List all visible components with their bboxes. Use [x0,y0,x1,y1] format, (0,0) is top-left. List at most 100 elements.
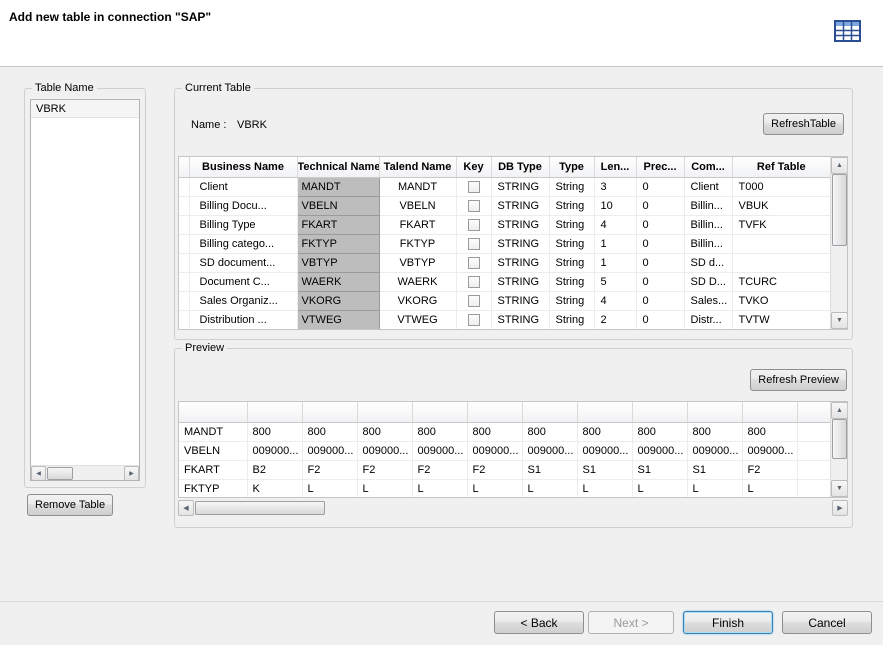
precision-cell[interactable]: 0 [636,291,684,310]
length-cell[interactable]: 3 [594,177,636,196]
table-list-hscrollbar[interactable]: ◀ ▶ [31,465,139,480]
precision-cell[interactable]: 0 [636,177,684,196]
preview-column-header[interactable] [247,402,302,422]
schema-row[interactable]: Billing catego...FKTYPFKTYPSTRINGString1… [179,234,831,253]
remove-table-button[interactable]: Remove Table [27,494,113,516]
preview-column-header[interactable] [577,402,632,422]
key-checkbox[interactable] [468,276,480,288]
preview-column-header[interactable] [467,402,522,422]
key-checkbox[interactable] [468,200,480,212]
type-cell[interactable]: String [549,177,594,196]
row-selector[interactable] [179,253,189,272]
db-type-cell[interactable]: STRING [491,234,549,253]
key-cell[interactable] [456,215,491,234]
talend-name-cell[interactable]: FKTYP [379,234,456,253]
length-cell[interactable]: 2 [594,310,636,329]
comment-cell[interactable]: Billin... [684,215,732,234]
talend-name-cell[interactable]: MANDT [379,177,456,196]
length-cell[interactable]: 4 [594,215,636,234]
key-cell[interactable] [456,310,491,329]
cancel-button[interactable]: Cancel [782,611,872,634]
key-checkbox[interactable] [468,219,480,231]
technical-name-cell[interactable]: VKORG [297,291,379,310]
precision-cell[interactable]: 0 [636,215,684,234]
key-checkbox[interactable] [468,238,480,250]
preview-column-header[interactable] [357,402,412,422]
length-cell[interactable]: 10 [594,196,636,215]
key-checkbox[interactable] [468,314,480,326]
key-cell[interactable] [456,253,491,272]
column-header-db-type[interactable]: DB Type [491,157,549,177]
length-cell[interactable]: 1 [594,253,636,272]
business-name-cell[interactable]: Client [189,177,297,196]
row-selector[interactable] [179,215,189,234]
comment-cell[interactable]: Sales... [684,291,732,310]
preview-hscrollbar[interactable]: ◀ ▶ [178,500,848,516]
preview-column-header[interactable] [302,402,357,422]
ref-table-cell[interactable]: TCURC [732,272,831,291]
schema-row[interactable]: Sales Organiz...VKORGVKORGSTRINGString40… [179,291,831,310]
preview-column-header[interactable] [742,402,797,422]
schema-row[interactable]: Document C...WAERKWAERKSTRINGString50SD … [179,272,831,291]
type-cell[interactable]: String [549,272,594,291]
talend-name-cell[interactable]: FKART [379,215,456,234]
db-type-cell[interactable]: STRING [491,253,549,272]
column-header-ref-table[interactable]: Ref Table [732,157,831,177]
refresh-table-button[interactable]: RefreshTable [763,113,844,135]
db-type-cell[interactable]: STRING [491,310,549,329]
scrollbar-thumb[interactable] [832,419,847,459]
key-checkbox[interactable] [468,181,480,193]
business-name-cell[interactable]: Sales Organiz... [189,291,297,310]
ref-table-cell[interactable] [732,234,831,253]
type-cell[interactable]: String [549,291,594,310]
ref-table-cell[interactable]: TVFK [732,215,831,234]
preview-column-header[interactable] [632,402,687,422]
row-selector[interactable] [179,310,189,329]
comment-cell[interactable]: Billin... [684,196,732,215]
comment-cell[interactable]: Client [684,177,732,196]
business-name-cell[interactable]: SD document... [189,253,297,272]
talend-name-cell[interactable]: VTWEG [379,310,456,329]
type-cell[interactable]: String [549,234,594,253]
key-checkbox[interactable] [468,295,480,307]
schema-table-vscrollbar[interactable]: ▲ ▼ [830,157,847,329]
business-name-cell[interactable]: Billing catego... [189,234,297,253]
db-type-cell[interactable]: STRING [491,215,549,234]
precision-cell[interactable]: 0 [636,272,684,291]
comment-cell[interactable]: Billin... [684,234,732,253]
schema-row[interactable]: Distribution ...VTWEGVTWEGSTRINGString20… [179,310,831,329]
key-checkbox[interactable] [468,257,480,269]
row-selector[interactable] [179,234,189,253]
preview-vscrollbar[interactable]: ▲ ▼ [830,402,847,497]
business-name-cell[interactable]: Billing Docu... [189,196,297,215]
schema-row[interactable]: Billing TypeFKARTFKARTSTRINGString40Bill… [179,215,831,234]
row-selector[interactable] [179,272,189,291]
precision-cell[interactable]: 0 [636,310,684,329]
ref-table-cell[interactable]: T000 [732,177,831,196]
talend-name-cell[interactable]: WAERK [379,272,456,291]
column-header-selector[interactable] [179,157,189,177]
preview-column-header[interactable] [687,402,742,422]
scroll-down-icon[interactable]: ▼ [831,312,848,329]
row-selector[interactable] [179,291,189,310]
business-name-cell[interactable]: Distribution ... [189,310,297,329]
list-item-table[interactable]: VBRK [31,100,139,118]
refresh-preview-button[interactable]: Refresh Preview [750,369,847,391]
db-type-cell[interactable]: STRING [491,177,549,196]
db-type-cell[interactable]: STRING [491,196,549,215]
column-header-comment[interactable]: Com... [684,157,732,177]
ref-table-cell[interactable] [732,253,831,272]
db-type-cell[interactable]: STRING [491,272,549,291]
key-cell[interactable] [456,177,491,196]
scroll-left-icon[interactable]: ◀ [178,500,194,516]
scroll-up-icon[interactable]: ▲ [831,402,848,419]
technical-name-cell[interactable]: WAERK [297,272,379,291]
key-cell[interactable] [456,234,491,253]
length-cell[interactable]: 1 [594,234,636,253]
precision-cell[interactable]: 0 [636,196,684,215]
comment-cell[interactable]: SD d... [684,253,732,272]
column-header-key[interactable]: Key [456,157,491,177]
row-selector[interactable] [179,177,189,196]
schema-row[interactable]: Billing Docu...VBELNVBELNSTRINGString100… [179,196,831,215]
key-cell[interactable] [456,272,491,291]
